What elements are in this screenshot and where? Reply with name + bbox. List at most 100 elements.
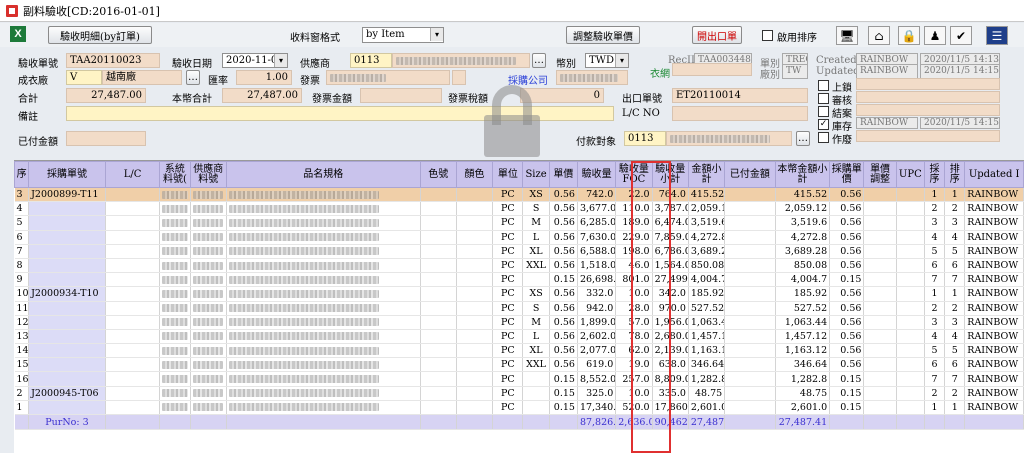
redacted-cell[interactable]	[226, 371, 421, 387]
cell-colorname[interactable]	[456, 357, 494, 373]
cell-colorname[interactable]	[456, 343, 494, 359]
redacted-cell[interactable]	[190, 244, 227, 259]
cell-po[interactable]	[28, 400, 106, 416]
column-header[interactable]: UPC	[895, 161, 925, 188]
cell-s1[interactable]: 6	[924, 258, 946, 274]
cell-lc[interactable]	[105, 187, 161, 203]
cell-seq[interactable]: 15	[14, 357, 30, 373]
redacted-cell[interactable]	[226, 386, 421, 401]
column-header[interactable]: 系統料號(	[159, 161, 191, 188]
cell-size[interactable]: XS	[522, 286, 550, 302]
cell-qty[interactable]: 619.0	[577, 357, 617, 373]
cell-seq[interactable]: 4	[14, 201, 30, 217]
cell-qty[interactable]: 325.0	[577, 386, 617, 401]
table-row[interactable]: 4PCS0.563,677.0110.03,787.02,059.122,059…	[14, 201, 1024, 217]
cell-po[interactable]: J2000934-T10	[28, 286, 106, 302]
cell-subqty[interactable]: 7,859.0	[652, 230, 689, 245]
cell-poprice[interactable]: 0.56	[829, 286, 865, 302]
payee-code-field[interactable]: 0113	[624, 131, 666, 146]
cell-unit[interactable]: PC	[492, 244, 524, 259]
cell-adj[interactable]	[863, 315, 897, 330]
cell-lc[interactable]	[105, 386, 161, 401]
cell-color[interactable]	[420, 244, 457, 259]
cell-paid[interactable]	[724, 244, 776, 259]
redacted-cell[interactable]	[190, 371, 227, 387]
cell-subqty[interactable]: 8,809.0	[652, 371, 689, 387]
cell-upc[interactable]	[896, 315, 925, 330]
cell-color[interactable]	[420, 286, 457, 302]
upload-checkbox[interactable]	[818, 80, 829, 91]
cell-s2[interactable]: 4	[944, 329, 966, 345]
redacted-cell[interactable]	[159, 386, 191, 401]
cell-size[interactable]: XXL	[522, 357, 550, 373]
cell-lc[interactable]	[105, 301, 161, 316]
cell-local[interactable]: 346.64	[775, 357, 831, 373]
cell-s1[interactable]: 2	[924, 301, 946, 316]
cell-size[interactable]: XL	[522, 343, 550, 359]
redacted-cell[interactable]	[159, 315, 191, 330]
cell-upd[interactable]: RAINBOW	[964, 201, 1024, 217]
cell-upd[interactable]: RAINBOW	[964, 329, 1024, 345]
cell-adj[interactable]	[863, 201, 897, 217]
cell-local[interactable]: 1,457.12	[775, 329, 831, 345]
cell-size[interactable]	[522, 386, 550, 401]
redacted-cell[interactable]	[226, 244, 421, 259]
cell-paid[interactable]	[724, 386, 776, 401]
redacted-cell[interactable]	[159, 329, 191, 345]
cell-foc[interactable]: 257.0	[615, 371, 653, 387]
cell-poprice[interactable]: 0.15	[829, 400, 865, 416]
cell-paid[interactable]	[724, 371, 776, 387]
cell-amt[interactable]: 48.75	[688, 386, 726, 401]
cell-unit[interactable]: PC	[492, 272, 524, 288]
table-row[interactable]: 9PC0.1526,698.0801.027,499.04,004.74,004…	[14, 272, 1024, 288]
cell-po[interactable]	[28, 201, 106, 217]
cell-unit[interactable]: PC	[492, 187, 524, 203]
column-header[interactable]: 採購單號	[28, 161, 106, 188]
cell-s1[interactable]: 1	[924, 400, 946, 416]
column-header[interactable]: 驗收量FOC	[615, 161, 653, 188]
cell-seq[interactable]: 3	[14, 187, 30, 203]
cell-local[interactable]: 48.75	[775, 386, 831, 401]
redacted-cell[interactable]	[190, 272, 227, 288]
cell-po[interactable]	[28, 215, 106, 231]
cell-subqty[interactable]: 2,680.0	[652, 329, 689, 345]
column-header[interactable]: 色號	[419, 161, 457, 188]
cell-adj[interactable]	[863, 329, 897, 345]
cell-po[interactable]	[28, 357, 106, 373]
cell-adj[interactable]	[863, 258, 897, 274]
cell-lc[interactable]	[105, 201, 161, 217]
cell-size[interactable]: M	[522, 315, 550, 330]
redacted-cell[interactable]	[226, 357, 421, 373]
redacted-cell[interactable]	[226, 315, 421, 330]
redacted-cell[interactable]	[226, 187, 421, 203]
column-header[interactable]: 已付金額	[724, 161, 776, 188]
cell-s1[interactable]: 2	[924, 386, 946, 401]
cell-poprice[interactable]: 0.56	[829, 329, 865, 345]
column-header[interactable]: 驗收量小計	[651, 161, 689, 188]
close-checkbox[interactable]	[818, 106, 829, 117]
column-header[interactable]: Size	[522, 161, 550, 188]
cell-paid[interactable]	[724, 258, 776, 274]
cell-s2[interactable]: 3	[944, 215, 966, 231]
cell-price[interactable]: 0.56	[549, 187, 578, 203]
cell-s1[interactable]: 1	[924, 187, 946, 203]
cell-s2[interactable]: 2	[944, 386, 966, 401]
table-row[interactable]: 6 PC L 0.56 7,630.0 229.0 7,859.0 4,272.8 4,272.…	[14, 230, 1024, 245]
cell-foc[interactable]: 10.0	[615, 386, 653, 401]
cell-upc[interactable]	[896, 386, 925, 401]
cell-poprice[interactable]: 0.56	[829, 215, 865, 231]
cell-upd[interactable]: RAINBOW	[964, 258, 1024, 274]
cell-upd[interactable]: RAINBOW	[964, 386, 1024, 401]
cell-local[interactable]: 1,063.44	[775, 315, 831, 330]
receipt-no-field[interactable]: TAA20110023	[66, 53, 160, 68]
cell-colorname[interactable]	[456, 201, 494, 217]
cell-price[interactable]: 0.15	[549, 400, 578, 416]
cell-po[interactable]	[28, 244, 106, 259]
redacted-cell[interactable]	[159, 201, 191, 217]
cell-seq[interactable]: 11	[14, 301, 30, 316]
cell-poprice[interactable]: 0.56	[829, 187, 865, 203]
cell-s2[interactable]: 7	[944, 371, 966, 387]
cell-paid[interactable]	[724, 230, 776, 245]
cell-price[interactable]: 0.56	[549, 244, 578, 259]
supplier-lookup-button[interactable]: …	[532, 53, 546, 68]
